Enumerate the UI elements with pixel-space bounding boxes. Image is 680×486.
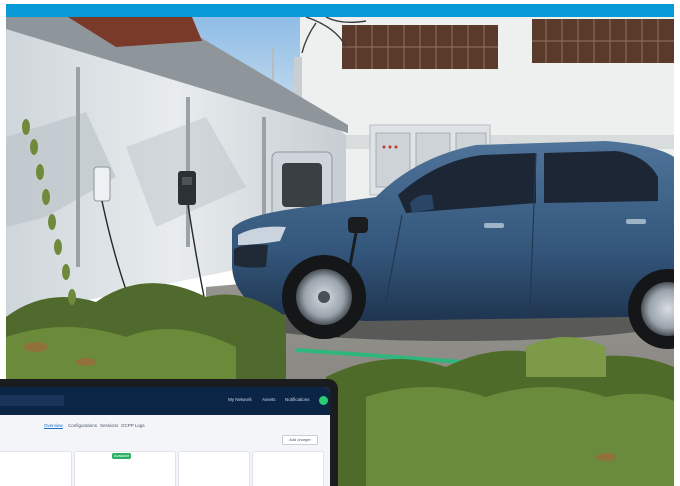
front-wheel bbox=[282, 255, 366, 339]
product-hero: My Network Assets Notifications Overview… bbox=[0, 0, 680, 486]
tab-overview[interactable]: Overview bbox=[44, 423, 63, 429]
tab-configurations[interactable]: Configurations bbox=[68, 423, 97, 428]
add-charger-button[interactable]: Add charger bbox=[282, 435, 318, 445]
summary-card bbox=[178, 451, 250, 486]
nav-assets[interactable]: Assets bbox=[262, 397, 276, 402]
wall-charger bbox=[93, 166, 111, 202]
app-header: My Network Assets Notifications bbox=[0, 387, 330, 415]
search-input[interactable] bbox=[0, 395, 64, 406]
conduit bbox=[76, 67, 80, 267]
nav-my-network[interactable]: My Network bbox=[228, 397, 252, 402]
wall-charger-dark bbox=[178, 171, 196, 205]
laptop-mockup: My Network Assets Notifications Overview… bbox=[0, 379, 338, 486]
charge-plug bbox=[348, 217, 368, 233]
tab-sessions[interactable]: Sessions bbox=[100, 423, 118, 428]
summary-card bbox=[252, 451, 324, 486]
status-badge: Available bbox=[112, 453, 132, 459]
summary-card bbox=[0, 451, 72, 486]
user-avatar[interactable] bbox=[319, 396, 328, 405]
tab-ocpp-logs[interactable]: OCPP Logs bbox=[121, 423, 145, 428]
nav-notifications[interactable]: Notifications bbox=[285, 397, 310, 402]
accent-bar bbox=[6, 4, 674, 17]
dashboard-screen: My Network Assets Notifications Overview… bbox=[0, 387, 330, 486]
